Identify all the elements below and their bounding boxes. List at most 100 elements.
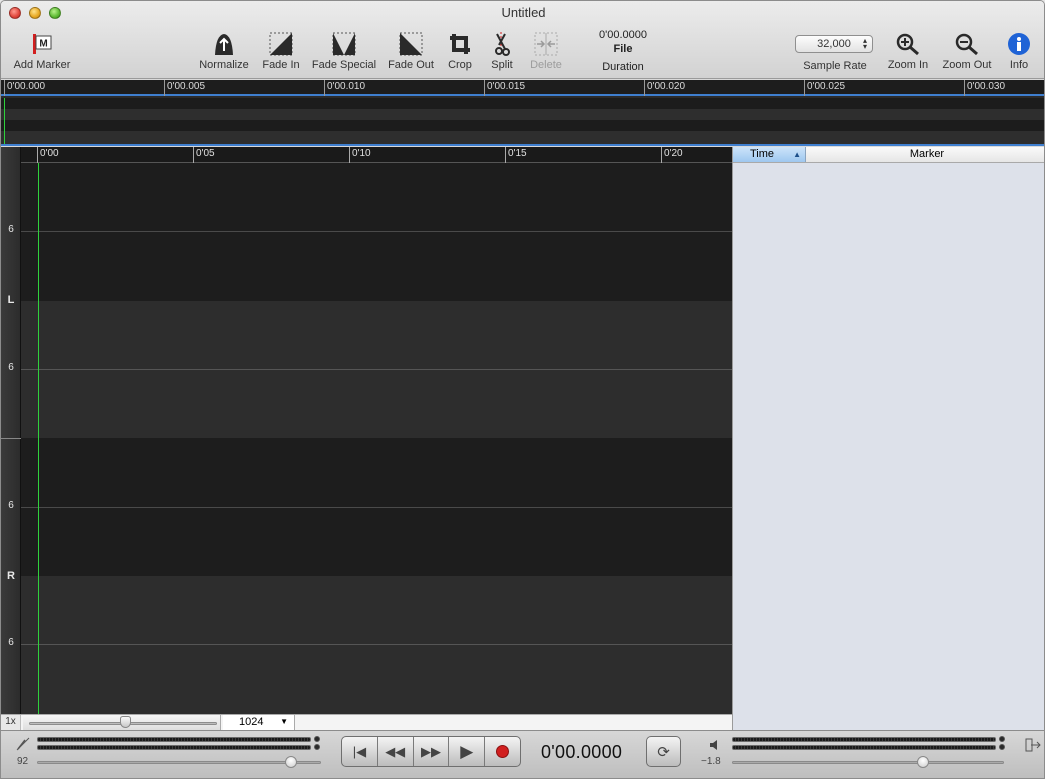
- overview-divider: [1, 144, 1044, 146]
- info-icon: [1003, 29, 1035, 59]
- delete-button[interactable]: Delete: [525, 29, 567, 71]
- ruler-tick: 0'05: [193, 147, 215, 163]
- record-button[interactable]: [485, 737, 520, 766]
- fade-special-icon: [309, 29, 379, 59]
- channel-separator: [1, 438, 21, 439]
- sample-rate-select[interactable]: 32,000 ▴ ▾: [795, 35, 873, 53]
- add-marker-button[interactable]: M Add Marker: [9, 29, 75, 71]
- skip-back-icon: |◀: [352, 743, 367, 759]
- rewind-icon: ◀◀: [385, 743, 406, 759]
- stepper-icon: ▴ ▾: [862, 36, 867, 51]
- ruler-tick: 0'10: [349, 147, 371, 163]
- time-readout: 0'00.0000: [541, 742, 623, 762]
- gridline: [21, 369, 732, 370]
- output-clip-indicator[interactable]: [999, 736, 1005, 742]
- time-ruler[interactable]: 0'00 0'05 0'10 0'15 0'20: [21, 147, 732, 163]
- transport-bar: 92 |◀ ◀◀ ▶▶ ▶ 0'00.0000 ⟳ −1.8: [1, 730, 1044, 778]
- zoom-in-button[interactable]: Zoom In: [883, 29, 933, 71]
- go-to-start-button[interactable]: |◀: [342, 737, 378, 766]
- output-volume-track[interactable]: [732, 761, 1004, 764]
- fade-in-button[interactable]: Fade In: [259, 29, 303, 71]
- info-button[interactable]: Info: [1003, 29, 1035, 71]
- overview-tick: 0'00.010: [324, 80, 365, 96]
- record-icon: [496, 745, 510, 758]
- gridline: [21, 644, 732, 645]
- zoom-out-button[interactable]: Zoom Out: [939, 29, 995, 71]
- gridline: [21, 507, 732, 508]
- chevron-down-icon: ▼: [280, 717, 288, 726]
- ruler-tick: 0'00: [37, 147, 59, 163]
- exit-icon[interactable]: [1025, 738, 1041, 757]
- play-button[interactable]: ▶: [449, 737, 486, 766]
- delete-icon: [525, 29, 567, 59]
- zoom-bar: 1x 1024 ▼: [1, 714, 732, 730]
- app-window: Untitled M Add Marker Normalize Fade In …: [0, 0, 1045, 779]
- block-size-select[interactable]: 1024 ▼: [223, 715, 295, 730]
- marker-table[interactable]: Time ▲ Marker: [732, 147, 1044, 730]
- fade-special-button[interactable]: Fade Special: [309, 29, 379, 71]
- overview-tick: 0'00.015: [484, 80, 525, 96]
- output-level-value: −1.8: [701, 756, 721, 767]
- output-meter-right: [732, 745, 996, 750]
- zoom-out-icon: [939, 29, 995, 59]
- window-title: Untitled: [501, 5, 546, 20]
- scale-label: 6: [8, 362, 14, 373]
- amplitude-scale: 6 L 6 6 R 6: [1, 147, 21, 714]
- crop-button[interactable]: Crop: [443, 29, 477, 71]
- input-meter-right: [37, 745, 311, 750]
- scale-label: 6: [8, 500, 14, 511]
- overview-band: [1, 131, 1044, 144]
- input-gain-knob[interactable]: [285, 756, 297, 768]
- overview-tick: 0'00.025: [804, 80, 845, 96]
- overview-tick: 0'00.000: [4, 80, 45, 96]
- left-channel-label: L: [7, 294, 15, 306]
- overview-tick: 0'00.020: [644, 80, 685, 96]
- zoom-slider[interactable]: [23, 715, 221, 730]
- input-clip-indicator[interactable]: [314, 736, 320, 742]
- normalize-button[interactable]: Normalize: [195, 29, 253, 71]
- input-gain-track[interactable]: [37, 761, 321, 764]
- scale-label: 6: [8, 637, 14, 648]
- marker-table-header: Time ▲ Marker: [733, 147, 1044, 163]
- duration-display[interactable]: 0'00.0000 File Duration: [587, 28, 659, 74]
- input-level-value: 92: [17, 756, 29, 767]
- overview-strip[interactable]: 0'00.000 0'00.005 0'00.010 0'00.015 0'00…: [1, 80, 1044, 146]
- playhead[interactable]: [38, 163, 39, 714]
- split-button[interactable]: Split: [485, 29, 519, 71]
- fast-forward-button[interactable]: ▶▶: [414, 737, 450, 766]
- fast-forward-icon: ▶▶: [420, 743, 441, 759]
- crop-icon: [443, 29, 477, 59]
- overview-band: [1, 98, 1044, 109]
- overview-tick: 0'00.005: [164, 80, 205, 96]
- output-clip-indicator[interactable]: [999, 744, 1005, 750]
- rewind-button[interactable]: ◀◀: [378, 737, 414, 766]
- svg-text:M: M: [39, 39, 47, 50]
- loop-button[interactable]: ⟳: [646, 736, 681, 767]
- duration-source: File: [613, 43, 633, 55]
- waveform-view[interactable]: 0'00 0'05 0'10 0'15 0'20 6 L 6 6 R 6: [1, 147, 732, 714]
- gridline: [21, 231, 732, 232]
- zoom-factor[interactable]: 1x: [1, 715, 21, 730]
- zoom-slider-knob[interactable]: [120, 716, 131, 728]
- overview-playhead: [4, 98, 5, 144]
- speaker-icon[interactable]: [709, 738, 721, 756]
- output-volume-knob[interactable]: [917, 756, 929, 768]
- overview-ruler: 0'00.000 0'00.005 0'00.010 0'00.015 0'00…: [1, 80, 1044, 96]
- toolbar: Untitled M Add Marker Normalize Fade In …: [1, 1, 1044, 79]
- transport-controls: |◀ ◀◀ ▶▶ ▶: [341, 736, 521, 767]
- ruler-tick: 0'20: [661, 147, 683, 163]
- duration-label: Duration: [602, 61, 644, 73]
- zoom-in-icon: [883, 29, 933, 59]
- input-mute-icon[interactable]: [15, 737, 31, 756]
- scale-label: 6: [8, 224, 14, 235]
- ruler-tick: 0'15: [505, 147, 527, 163]
- right-channel-lower: [21, 576, 732, 714]
- fade-out-button[interactable]: Fade Out: [385, 29, 437, 71]
- loop-icon: ⟳: [657, 743, 670, 761]
- input-clip-indicator[interactable]: [314, 744, 320, 750]
- overview-tick: 0'00.030: [964, 80, 1005, 96]
- column-header-time[interactable]: Time ▲: [733, 147, 806, 162]
- play-icon: ▶: [460, 741, 474, 761]
- duration-value: 0'00.0000: [599, 29, 647, 41]
- column-header-marker[interactable]: Marker: [807, 147, 1044, 162]
